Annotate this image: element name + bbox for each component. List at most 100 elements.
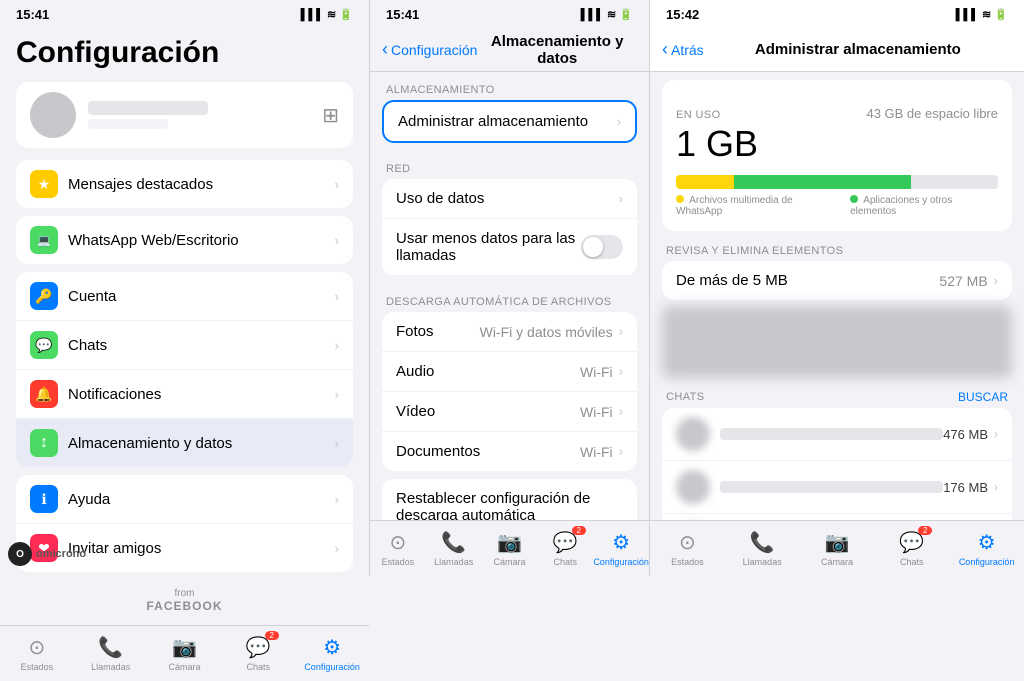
storage-size: 1 GB: [676, 123, 758, 164]
tab-camara-2[interactable]: 📷 Cámara: [482, 530, 538, 567]
tab-estados-3[interactable]: ⊙ Estados: [650, 530, 725, 567]
administrar-chevron: ›: [617, 114, 621, 129]
status-icons-2: ▌▌▌ ≋ 🔋: [581, 8, 633, 21]
tab-label-config-2: Configuración: [593, 557, 649, 567]
camara-icon-2: 📷: [497, 530, 522, 555]
audio-label: Audio: [396, 363, 580, 380]
bar-whatsapp: [676, 175, 734, 189]
back-button-3[interactable]: ‹ Atrás: [662, 39, 704, 60]
administrar-row[interactable]: Administrar almacenamiento ›: [382, 100, 637, 143]
chats-section-label: CHATS: [666, 391, 958, 403]
tab-label-camara-2: Cámara: [493, 557, 525, 567]
menu-label-almacen: Almacenamiento y datos: [68, 435, 325, 452]
video-row[interactable]: Vídeo Wi-Fi ›: [382, 392, 637, 432]
red-list: Uso de datos › Usar menos datos para las…: [382, 179, 637, 276]
documentos-row[interactable]: Documentos Wi-Fi ›: [382, 432, 637, 471]
audio-row[interactable]: Audio Wi-Fi ›: [382, 352, 637, 392]
chevron-almacen: ›: [335, 436, 339, 451]
bar-legend: Archivos multimedia de WhatsApp Aplicaci…: [676, 195, 998, 217]
uso-datos-chevron: ›: [619, 191, 623, 206]
page-title: Configuración: [16, 36, 353, 70]
menu-icon-notif: 🔔: [30, 380, 58, 408]
nav-title-3: Administrar almacenamiento: [704, 41, 1012, 58]
chevron-notif: ›: [335, 387, 339, 402]
menu-item-cuenta[interactable]: 🔑 Cuenta ›: [16, 272, 353, 321]
menos-datos-row: Usar menos datos para las llamadas: [382, 219, 637, 276]
tab-config-2[interactable]: ⚙ Configuración: [593, 530, 649, 567]
menu-item-ayuda[interactable]: ℹ Ayuda ›: [16, 475, 353, 524]
tab-config-1[interactable]: ⚙ Configuración: [295, 635, 369, 672]
dot-apps: [850, 195, 858, 203]
menos-datos-toggle[interactable]: [581, 235, 623, 259]
menu-item-chats[interactable]: 💬 Chats ›: [16, 321, 353, 370]
legend-whatsapp: Archivos multimedia de WhatsApp: [676, 195, 838, 217]
tab-chats-3[interactable]: 💬2 Chats: [874, 530, 949, 567]
back-arrow-2: ‹: [382, 39, 388, 60]
tab-label-chats-3: Chats: [900, 557, 924, 567]
config-icon-1: ⚙: [323, 635, 341, 660]
menu-item-web[interactable]: 💻 WhatsApp Web/Escritorio ›: [16, 216, 353, 264]
chats-icon-1: 💬2: [246, 635, 271, 660]
chat-row[interactable]: 176 MB ›: [662, 461, 1012, 514]
back-button-2[interactable]: ‹ Configuración: [382, 39, 477, 60]
menu-label-ayuda: Ayuda: [68, 491, 325, 508]
back-arrow-3: ‹: [662, 39, 668, 60]
audio-value: Wi-Fi: [580, 364, 613, 380]
menu-item-mensajes[interactable]: ★ Mensajes destacados ›: [16, 160, 353, 208]
omicrono-text: omicrono: [36, 548, 86, 560]
large-files-chevron: ›: [994, 273, 998, 288]
administrar-storage-row[interactable]: Administrar almacenamiento ›: [384, 102, 635, 141]
chevron-ayuda: ›: [335, 492, 339, 507]
tab-estados-1[interactable]: ⊙ Estados: [0, 635, 74, 672]
profile-text: [88, 101, 310, 129]
status-icons-1: ▌▌▌ ≋ 🔋: [301, 8, 353, 21]
tab-camara-1[interactable]: 📷 Cámara: [148, 635, 222, 672]
estados-icon-2: ⊙: [390, 530, 407, 555]
tab-bar-1: ⊙ Estados 📞 Llamadas 📷 Cámara 💬2 Chats ⚙…: [0, 625, 369, 681]
panel-almacenamiento: 15:41 ▌▌▌ ≋ 🔋 ‹ Configuración Almacenami…: [370, 0, 650, 576]
panel-configuracion: 15:41 ▌▌▌ ≋ 🔋 Configuración ⊞ ★ Mensajes…: [0, 0, 370, 576]
qr-icon[interactable]: ⊞: [322, 103, 339, 128]
chats-header: CHATS BUSCAR: [650, 384, 1024, 408]
tab-llamadas-2[interactable]: 📞 Llamadas: [426, 530, 482, 567]
profile-row[interactable]: ⊞: [16, 82, 353, 148]
menu-icon-chats: 💬: [30, 331, 58, 359]
config-header: Configuración: [0, 28, 369, 82]
menu-item-notificaciones[interactable]: 🔔 Notificaciones ›: [16, 370, 353, 419]
uso-datos-row[interactable]: Uso de datos ›: [382, 179, 637, 219]
tab-label-llamadas-1: Llamadas: [91, 662, 130, 672]
storage-bar: [676, 175, 998, 189]
reset-row[interactable]: Restablecer configuración de descarga au…: [382, 479, 637, 520]
chat-row[interactable]: 476 MB ›: [662, 408, 1012, 461]
tab-config-3[interactable]: ⚙ Configuración: [949, 530, 1024, 567]
time-3: 15:42: [666, 7, 699, 22]
config-icon-3: ⚙: [978, 530, 996, 555]
fotos-row[interactable]: Fotos Wi-Fi y datos móviles ›: [382, 312, 637, 352]
back-label-3: Atrás: [671, 42, 704, 58]
from-label: from: [12, 588, 357, 599]
status-bar-2: 15:41 ▌▌▌ ≋ 🔋: [370, 0, 649, 28]
tab-chats-1[interactable]: 💬2 Chats: [221, 635, 295, 672]
menu-label-mensajes: Mensajes destacados: [68, 176, 325, 193]
menu-item-almacenamiento[interactable]: ↕ Almacenamiento y datos ›: [16, 419, 353, 467]
tab-llamadas-3[interactable]: 📞 Llamadas: [725, 530, 800, 567]
tab-chats-2[interactable]: 💬2 Chats: [537, 530, 593, 567]
menu-icon-cuenta: 🔑: [30, 282, 58, 310]
chats-badge-3: 2: [918, 526, 932, 535]
chats-icon-3: 💬2: [899, 530, 924, 555]
chat-size: 476 MB: [943, 427, 988, 442]
chevron-mensajes: ›: [335, 177, 339, 192]
tab-estados-2[interactable]: ⊙ Estados: [370, 530, 426, 567]
buscar-button[interactable]: BUSCAR: [958, 390, 1008, 404]
tab-label-estados-2: Estados: [382, 557, 415, 567]
tab-bar-2: ⊙ Estados 📞 Llamadas 📷 Cámara 💬2 Chats ⚙…: [370, 520, 649, 576]
large-files-row[interactable]: De más de 5 MB 527 MB ›: [662, 261, 1012, 300]
video-chevron: ›: [619, 404, 623, 419]
menu-icon-mensajes: ★: [30, 170, 58, 198]
tab-camara-3[interactable]: 📷 Cámara: [800, 530, 875, 567]
nav-bar-2: ‹ Configuración Almacenamiento y datos: [370, 28, 649, 72]
status-bar-1: 15:41 ▌▌▌ ≋ 🔋: [0, 0, 369, 28]
tab-llamadas-1[interactable]: 📞 Llamadas: [74, 635, 148, 672]
profile-name: [88, 101, 208, 115]
chats-list: 476 MB › 176 MB › 118 MB › 84 MB › 71 MB…: [662, 408, 1012, 520]
